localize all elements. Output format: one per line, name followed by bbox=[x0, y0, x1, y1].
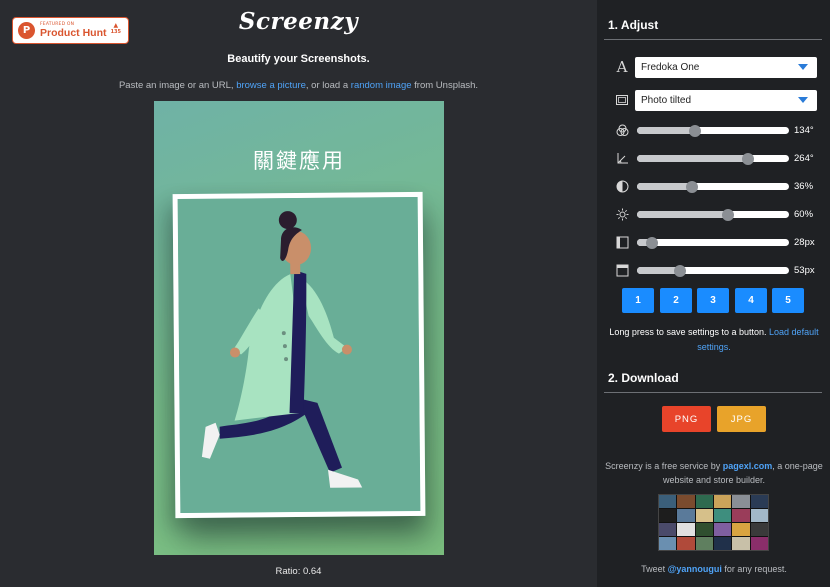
angle-value: 264° bbox=[794, 153, 814, 164]
twitter-handle-link[interactable]: @yannougui bbox=[668, 564, 722, 574]
brightness-slider-thumb[interactable] bbox=[722, 208, 735, 221]
angle-slider-thumb[interactable] bbox=[741, 152, 754, 165]
presets-hint-text: Long press to save settings to a button. bbox=[609, 327, 767, 337]
browse-picture-link[interactable]: browse a picture bbox=[236, 80, 306, 91]
app-logo: Screenzy bbox=[238, 8, 359, 35]
random-image-link[interactable]: random image bbox=[351, 80, 412, 91]
preview-canvas[interactable]: 關鍵應用 bbox=[154, 101, 444, 555]
adjust-divider bbox=[604, 39, 822, 40]
contrast-value: 36% bbox=[794, 181, 814, 192]
jpg-download-button[interactable]: JPG bbox=[717, 406, 766, 432]
angle-slider-fill bbox=[637, 155, 748, 162]
chevron-down-icon bbox=[798, 97, 808, 103]
contrast-icon bbox=[615, 179, 629, 193]
padding-x-icon bbox=[615, 235, 629, 249]
screenshot-photo bbox=[172, 191, 426, 519]
download-title: 2. Download bbox=[608, 371, 679, 385]
chevron-down-icon bbox=[798, 64, 808, 70]
ratio-label: Ratio: 0.64 bbox=[275, 566, 322, 577]
instructions: Paste an image or an URL, browse a pictu… bbox=[0, 80, 597, 91]
pagexl-link[interactable]: pagexl.com bbox=[723, 461, 773, 471]
png-download-button[interactable]: PNG bbox=[662, 406, 711, 432]
preset-button-2[interactable]: 2 bbox=[660, 288, 692, 313]
settings-sidebar: 1. Adjust A Fredoka One Photo tilted 134… bbox=[597, 0, 830, 587]
presets-hint: Long press to save settings to a button.… bbox=[603, 325, 825, 355]
hue-slider[interactable] bbox=[637, 124, 789, 137]
hue-slider-fill bbox=[637, 127, 695, 134]
padding-x-value: 28px bbox=[794, 237, 815, 248]
brightness-value: 60% bbox=[794, 209, 814, 220]
padding-y-slider[interactable] bbox=[637, 264, 789, 277]
contrast-slider-fill bbox=[637, 183, 692, 190]
angle-slider[interactable] bbox=[637, 152, 789, 165]
preset-button-3[interactable]: 3 bbox=[697, 288, 729, 313]
pagexl-templates-image[interactable] bbox=[658, 494, 769, 551]
tweet-suffix: for any request. bbox=[724, 564, 787, 574]
contrast-slider-thumb[interactable] bbox=[685, 180, 698, 193]
instructions-mid: , or load a bbox=[305, 80, 349, 91]
preset-button-5[interactable]: 5 bbox=[772, 288, 804, 313]
preset-button-4[interactable]: 4 bbox=[735, 288, 767, 313]
brightness-slider[interactable] bbox=[637, 208, 789, 221]
instructions-suffix: from Unsplash. bbox=[414, 80, 479, 91]
padding-y-value: 53px bbox=[794, 265, 815, 276]
footer-description: Screenzy is a free service by pagexl.com… bbox=[603, 459, 825, 487]
tagline: Beautify your Screenshots. bbox=[227, 53, 370, 65]
angle-icon bbox=[615, 151, 629, 165]
footer-prefix: Screenzy is a free service by bbox=[605, 461, 721, 471]
brightness-icon bbox=[615, 207, 629, 221]
adjust-title: 1. Adjust bbox=[608, 18, 659, 32]
color-wheel-icon bbox=[615, 123, 629, 137]
contrast-slider[interactable] bbox=[637, 180, 789, 193]
padding-x-slider-thumb[interactable] bbox=[646, 236, 659, 249]
walking-woman-illustration bbox=[177, 196, 421, 514]
font-icon: A bbox=[616, 58, 628, 76]
preset-button-1[interactable]: 1 bbox=[622, 288, 654, 313]
padding-y-icon bbox=[615, 263, 629, 277]
frame-select-value: Photo tilted bbox=[641, 95, 692, 106]
canvas-title[interactable]: 關鍵應用 bbox=[154, 145, 444, 175]
frame-icon bbox=[615, 93, 629, 107]
font-select-value: Fredoka One bbox=[641, 62, 700, 73]
frame-select[interactable]: Photo tilted bbox=[635, 90, 817, 111]
padding-x-slider[interactable] bbox=[637, 236, 789, 249]
main-area: P FEATURED ON Product Hunt ▲ 135 Screenz… bbox=[0, 0, 597, 587]
instructions-prefix: Paste an image or an URL, bbox=[118, 80, 234, 91]
brightness-slider-fill bbox=[637, 211, 729, 218]
download-divider bbox=[604, 392, 822, 393]
padding-y-slider-thumb[interactable] bbox=[673, 264, 686, 277]
tweet-prefix: Tweet bbox=[641, 564, 666, 574]
tweet-line: Tweet @yannougui for any request. bbox=[603, 564, 825, 574]
font-select[interactable]: Fredoka One bbox=[635, 57, 817, 78]
hue-value: 134° bbox=[794, 125, 814, 136]
hue-slider-thumb[interactable] bbox=[688, 124, 701, 137]
